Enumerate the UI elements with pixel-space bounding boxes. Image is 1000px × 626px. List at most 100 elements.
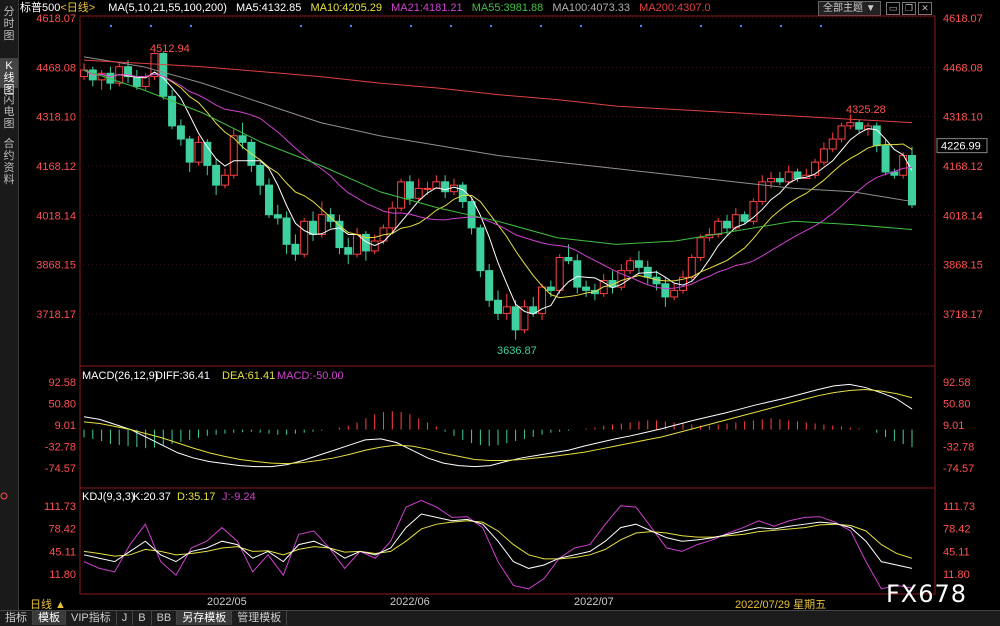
candle-body: [291, 243, 300, 255]
kdj-j-value: J:-9.24: [222, 491, 256, 503]
candle-body: [634, 260, 643, 268]
candle-body: [449, 184, 458, 193]
candle-body: [344, 247, 353, 255]
tab-manage-template[interactable]: 管理模板: [232, 611, 288, 625]
low-annotation: 3636.87: [497, 345, 537, 357]
event-marker: [700, 25, 702, 27]
candle-body: [458, 184, 467, 203]
macd-macd-value: MACD:-50.00: [277, 370, 344, 382]
trading-app: 分时图 K线图 闪电图 合约资料 标普500<日线> MA(5,10,21,55…: [0, 0, 1000, 626]
candle-body: [872, 125, 881, 147]
candle-body: [282, 217, 291, 245]
macd-tick-left: 50.80: [48, 398, 76, 410]
last-price-label: 4226.99: [941, 141, 981, 153]
macd-tick-right: 92.58: [943, 377, 971, 389]
candle-body: [723, 220, 732, 229]
macd-tick-left: -32.78: [45, 441, 76, 453]
candle-body: [485, 270, 494, 301]
price-tick-left: 4618.07: [36, 13, 76, 25]
candle-body: [476, 227, 485, 272]
macd-tick-left: 92.58: [48, 377, 76, 389]
price-tick-right: 4018.14: [943, 210, 983, 222]
candle-body: [317, 214, 326, 235]
candle-body: [626, 260, 635, 272]
event-marker: [740, 25, 742, 27]
watermark-logo: FX678: [886, 580, 968, 608]
macd-tick-left: -74.57: [45, 463, 76, 475]
candle-body: [546, 286, 555, 291]
x-label-may: 2022/05: [207, 596, 247, 608]
kdj-title: KDJ(9,3,3): [82, 491, 135, 503]
candle-body: [176, 125, 185, 140]
bottom-toolbar: 指标 模板 VIP指标 J B BB 另存模板 管理模板: [0, 610, 1000, 626]
price-tick-right: 4318.10: [943, 112, 983, 124]
macd-diff-line: [83, 383, 913, 468]
kdj-k-line: [83, 513, 913, 569]
event-marker: [450, 25, 452, 27]
candle-body: [423, 187, 432, 190]
candle-body: [775, 178, 784, 183]
ma5-line: [83, 69, 913, 315]
tab-b[interactable]: B: [133, 611, 152, 625]
macd-diff-value: DIFF:36.41: [155, 370, 210, 382]
candle-body: [793, 171, 802, 180]
kdj-tick-left: 78.42: [48, 524, 76, 536]
macd-tick-right: -74.57: [943, 463, 974, 475]
macd-dea-value: DEA:61.41: [222, 370, 275, 382]
kdj-panel-frame: [79, 487, 936, 595]
macd-tick-right: 50.80: [943, 398, 971, 410]
candle-body: [687, 256, 696, 278]
macd-tick-left: 9.01: [55, 420, 76, 432]
candle-body: [714, 220, 723, 235]
candle-body: [132, 76, 141, 87]
event-marker: [150, 25, 152, 27]
price-tick-right: 3868.15: [943, 260, 983, 272]
event-marker: [580, 25, 582, 27]
kdj-tick-left: 45.11: [49, 546, 76, 558]
candle-body: [256, 164, 265, 186]
candle-body: [511, 306, 520, 331]
macd-dea-line: [83, 388, 913, 465]
candle-body: [784, 171, 793, 183]
candle-body: [828, 138, 837, 150]
price-tick-right: 4168.12: [943, 161, 983, 173]
price-tick-right: 4618.07: [943, 13, 983, 25]
kline-chart[interactable]: 4618.07 4618.07 4468.08 4468.08 4318.10 4318.…: [0, 0, 1000, 610]
tab-save-template[interactable]: 另存模板: [177, 611, 233, 625]
event-marker: [190, 25, 192, 27]
kdj-tick-right: 111.73: [943, 501, 975, 513]
tab-templates[interactable]: 模板: [33, 611, 66, 625]
high-annotation: 4512.94: [150, 43, 190, 55]
candle-body: [194, 141, 203, 163]
tab-indicators[interactable]: 指标: [0, 611, 33, 625]
tab-bb[interactable]: BB: [152, 611, 178, 625]
candle-body: [846, 122, 855, 127]
candle-body: [494, 299, 502, 314]
candle-body: [397, 181, 406, 209]
price-tick-right: 4468.08: [943, 62, 983, 74]
event-marker: [110, 25, 112, 27]
candle-body: [238, 135, 247, 143]
kdj-tick-left: 111.73: [44, 501, 76, 513]
candle-body: [502, 306, 511, 314]
candle-body: [908, 155, 916, 206]
candle-body: [837, 125, 846, 140]
candle-body: [414, 187, 423, 199]
event-marker: [780, 25, 782, 27]
candle-body: [388, 207, 397, 229]
price-tick-left: 3868.15: [36, 260, 76, 272]
candle-body: [749, 201, 758, 222]
price-tick-right: 3718.17: [943, 309, 983, 321]
candle-body: [405, 181, 414, 199]
candle-body: [811, 161, 820, 176]
event-marker: [300, 25, 302, 27]
candle-body: [309, 220, 318, 235]
tab-j[interactable]: J: [117, 611, 134, 625]
kdj-tick-left: 11.80: [49, 569, 76, 581]
event-marker: [410, 25, 412, 27]
price-tick-left: 4318.10: [36, 112, 76, 124]
macd-tick-right: 9.01: [943, 420, 964, 432]
candle-body: [661, 283, 670, 298]
candle-body: [538, 286, 547, 314]
tab-vip-indicators[interactable]: VIP指标: [66, 611, 117, 625]
